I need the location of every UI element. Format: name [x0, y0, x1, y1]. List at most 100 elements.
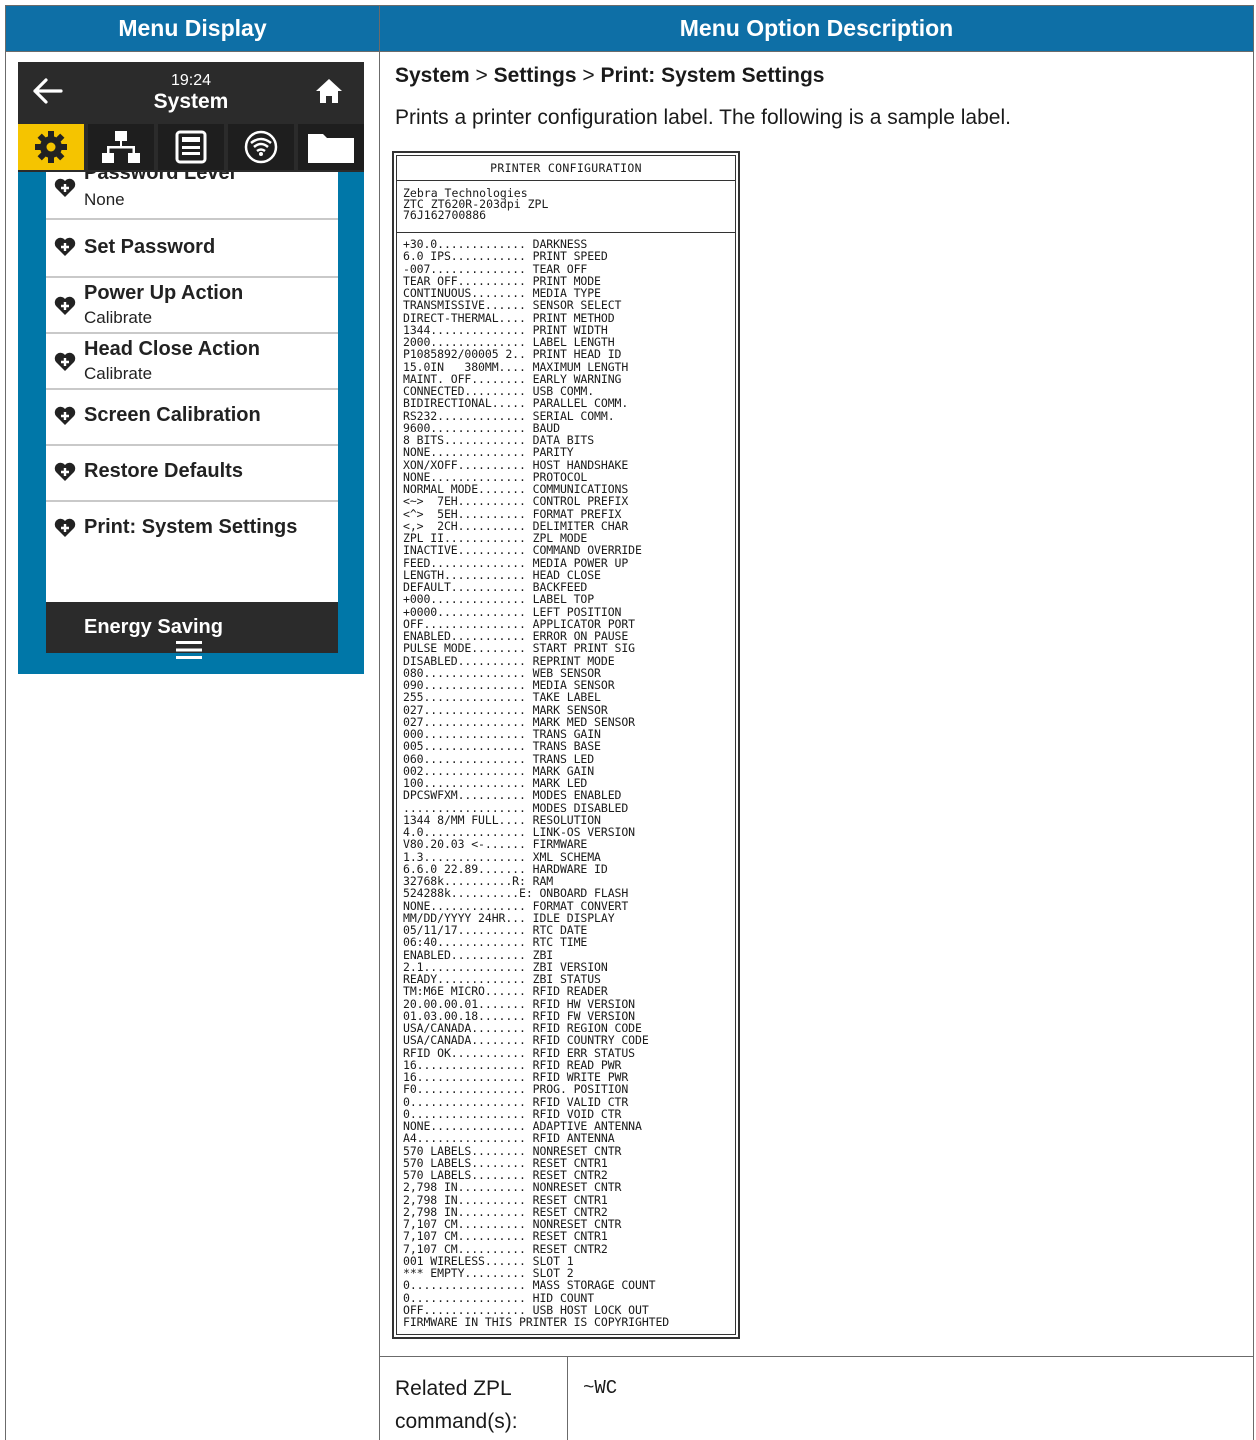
path-settings: Settings: [493, 64, 577, 87]
path-print-system-settings: Print: System Settings: [600, 64, 825, 87]
config-row: 0................. MASS STORAGE COUNT: [403, 1278, 656, 1293]
heart-plus-icon: [54, 352, 76, 371]
config-row: BIDIRECTIONAL..... PARALLEL COMM.: [403, 396, 629, 411]
config-row: <~> 7EH.......... CONTROL PREFIX: [403, 494, 629, 509]
config-row: 15.0IN 380MM.... MAXIMUM LENGTH: [403, 359, 629, 374]
heart-plus-icon: [54, 462, 76, 481]
column-header-description: Menu Option Description: [380, 6, 1253, 51]
list-item-label: Set Password: [84, 236, 216, 258]
related-label-line: Related ZPL: [395, 1377, 512, 1400]
config-row: -007.............. TEAR OFF: [403, 261, 588, 276]
related-row-top: [380, 1356, 1254, 1357]
config-row: RS232............. SERIAL COMM.: [403, 408, 615, 423]
config-row: F0................ PROG. POSITION: [403, 1082, 629, 1097]
table-border-right: [1253, 5, 1254, 1440]
config-row: ENABLED........... ZBI: [403, 947, 554, 962]
settings-list: Password Level None Set Password Power U…: [46, 172, 338, 602]
category-tabs: [18, 120, 364, 172]
config-row: 0................. RFID VALID CTR: [403, 1094, 629, 1109]
config-row: 027............... MARK SENSOR: [403, 702, 608, 717]
config-row: 1.3............... XML SCHEMA: [403, 849, 601, 864]
network-icon: [102, 131, 140, 163]
gear-icon: [35, 131, 67, 163]
list-item-label: Head Close Action: [84, 338, 260, 360]
heart-plus-icon: [54, 237, 76, 256]
config-row: FEED.............. MEDIA POWER UP: [403, 555, 629, 570]
config-row: +0000............. LEFT POSITION: [403, 604, 622, 619]
configuration-label-image: PRINTER CONFIGURATION Zebra Technologies…: [392, 151, 740, 1339]
config-footer: FIRMWARE IN THIS PRINTER IS COPYRIGHTED: [403, 1315, 670, 1329]
config-label-heading: PRINTER CONFIGURATION: [397, 156, 735, 181]
config-row: P1085892/00005 2.. PRINT HEAD ID: [403, 347, 622, 362]
list-item-value: Calibrate: [84, 364, 153, 383]
folder-icon: [308, 134, 354, 163]
config-row: XON/XOFF.......... HOST HANDSHAKE: [403, 457, 629, 472]
heart-plus-icon: [54, 406, 76, 425]
config-label-rows: +30.0............. DARKNESS 6.0 IPS......…: [403, 238, 737, 1329]
config-row: DPCSWFXM.......... MODES ENABLED: [403, 788, 622, 803]
config-row: 060............... TRANS LED: [403, 751, 595, 766]
config-row: DIRECT-THERMAL.... PRINT METHOD: [403, 310, 615, 325]
config-row: TM:M6E MICRO...... RFID READER: [403, 984, 608, 999]
related-label-line: command(s):: [395, 1410, 518, 1433]
tab-storage[interactable]: [298, 124, 364, 170]
table-column-divider: [379, 5, 380, 1440]
list-item-label: Screen Calibration: [84, 404, 261, 426]
list-item-label: Restore Defaults: [84, 460, 243, 482]
tab-settings[interactable]: [18, 124, 84, 170]
table-border-left: [5, 5, 6, 1440]
heart-plus-icon: [54, 296, 76, 315]
config-row: 6.0 IPS........... PRINT SPEED: [403, 249, 608, 264]
list-item-head-close-action[interactable]: Head Close Action Calibrate: [46, 334, 338, 390]
heart-plus-icon: [54, 178, 76, 197]
list-item-label: Password Level: [84, 172, 236, 184]
path-system: System: [395, 64, 470, 87]
config-row: 7,107 CM.......... RESET CNTR1: [403, 1229, 608, 1244]
screen-title: System: [153, 90, 229, 113]
related-zpl-label: Related ZPL command(s):: [395, 1372, 518, 1438]
description-text: Prints a printer configuration label. Th…: [395, 106, 1011, 129]
list-item-value: None: [84, 190, 125, 209]
heart-plus-icon: [54, 518, 76, 537]
config-row: NONE.............. PARITY: [403, 445, 574, 460]
home-icon[interactable]: [314, 76, 344, 106]
table-header-divider: [5, 51, 1254, 52]
related-cell-divider: [567, 1356, 568, 1440]
config-row: RFID OK........... RFID ERR STATUS: [403, 1045, 636, 1060]
printer-screen: 19:24 System Password Level None Set Pas…: [18, 62, 364, 674]
config-row: 2,798 IN.......... NONRESET CNTR: [403, 1180, 622, 1195]
tab-wireless[interactable]: [228, 124, 294, 170]
config-row: NONE.............. FORMAT CONVERT: [403, 898, 629, 913]
list-item-label: Power Up Action: [84, 282, 244, 304]
config-row: A4................ RFID ANTENNA: [403, 1131, 615, 1146]
config-row: <^> 5EH.......... FORMAT PREFIX: [403, 506, 622, 521]
screen-top-bar: 19:24 System: [18, 62, 364, 120]
list-item-value: Calibrate: [84, 308, 153, 327]
tab-network[interactable]: [88, 124, 154, 170]
list-item-password-level[interactable]: Password Level None: [46, 172, 338, 220]
list-item-power-up-action[interactable]: Power Up Action Calibrate: [46, 278, 338, 334]
config-row: 255............... TAKE LABEL: [403, 690, 601, 705]
list-item-print-system-settings[interactable]: Print: System Settings: [46, 502, 338, 556]
list-item-restore-defaults[interactable]: Restore Defaults: [46, 446, 338, 502]
printer-icon: [175, 130, 207, 164]
config-row: 0................. HID COUNT: [403, 1290, 595, 1305]
config-row: 06:40............. RTC TIME: [403, 935, 588, 950]
list-item-set-password[interactable]: Set Password: [46, 220, 338, 278]
wireless-icon: [244, 130, 278, 164]
related-zpl-command: ~WC: [583, 1377, 618, 1399]
tab-print[interactable]: [158, 124, 224, 170]
menu-path: System > Settings > Print: System Settin…: [395, 64, 825, 88]
energy-saving-label: Energy Saving: [84, 616, 223, 638]
config-row: 2,798 IN.......... RESET CNTR1: [403, 1192, 608, 1207]
list-item-screen-calibration[interactable]: Screen Calibration: [46, 390, 338, 446]
hamburger-menu-icon[interactable]: [176, 640, 202, 660]
config-row: 524288k..........E: ONBOARD FLASH: [403, 886, 629, 901]
config-row: TRANSMISSIVE...... SENSOR SELECT: [403, 298, 622, 313]
clock-time: 19:24: [170, 72, 212, 89]
column-header-menu-display: Menu Display: [6, 6, 379, 51]
config-row: 20.00.00.01....... RFID HW VERSION: [403, 996, 636, 1011]
config-row: INACTIVE.......... COMMAND OVERRIDE: [403, 543, 642, 558]
config-row: 570 LABELS........ NONRESET CNTR: [403, 1143, 622, 1158]
path-separator: >: [576, 64, 601, 87]
